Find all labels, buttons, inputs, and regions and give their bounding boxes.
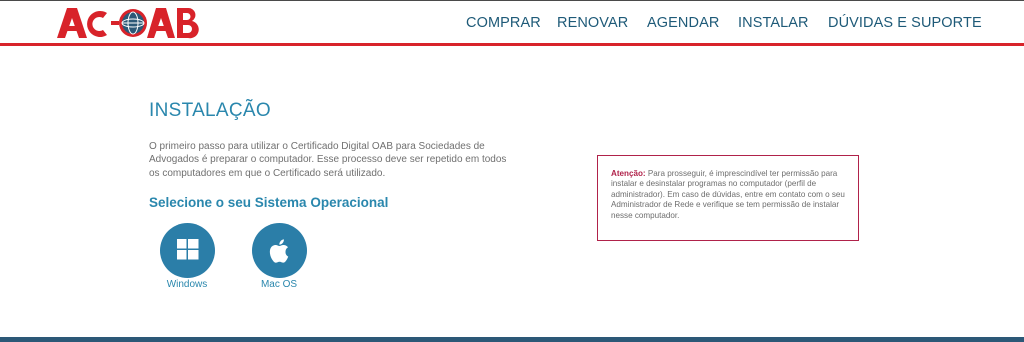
nav-item-agendar[interactable]: AGENDAR bbox=[647, 15, 719, 31]
notice-label: Atenção: bbox=[611, 169, 646, 178]
ac-oab-logo[interactable] bbox=[55, 4, 200, 40]
footer-bar bbox=[0, 337, 1024, 342]
apple-icon bbox=[269, 239, 289, 263]
intro-paragraph: O primeiro passo para utilizar o Certifi… bbox=[149, 141, 507, 179]
mac-os-button[interactable] bbox=[252, 223, 307, 278]
windows-label[interactable]: Windows bbox=[147, 279, 227, 290]
header-red-divider bbox=[0, 43, 1024, 46]
windows-icon bbox=[177, 239, 199, 260]
notice-body: Para prosseguir, é imprescindível ter pe… bbox=[611, 169, 845, 220]
windows-button[interactable] bbox=[160, 223, 215, 278]
nav-item-renovar[interactable]: RENOVAR bbox=[557, 15, 628, 31]
nav-item-comprar[interactable]: COMPRAR bbox=[466, 15, 541, 31]
os-select-heading: Selecione o seu Sistema Operacional bbox=[149, 195, 389, 210]
nav-item-instalar[interactable]: INSTALAR bbox=[738, 15, 809, 31]
notice-text: Atenção: Para prosseguir, é imprescindív… bbox=[611, 169, 846, 221]
attention-notice: Atenção: Para prosseguir, é imprescindív… bbox=[597, 155, 859, 241]
mac-os-label[interactable]: Mac OS bbox=[239, 279, 319, 290]
nav-item-duvidas-suporte[interactable]: DÚVIDAS E SUPORTE bbox=[828, 15, 982, 31]
page-title: INSTALAÇÃO bbox=[149, 100, 271, 121]
site-header: COMPRAR RENOVAR AGENDAR INSTALAR DÚVIDAS… bbox=[0, 1, 1024, 43]
